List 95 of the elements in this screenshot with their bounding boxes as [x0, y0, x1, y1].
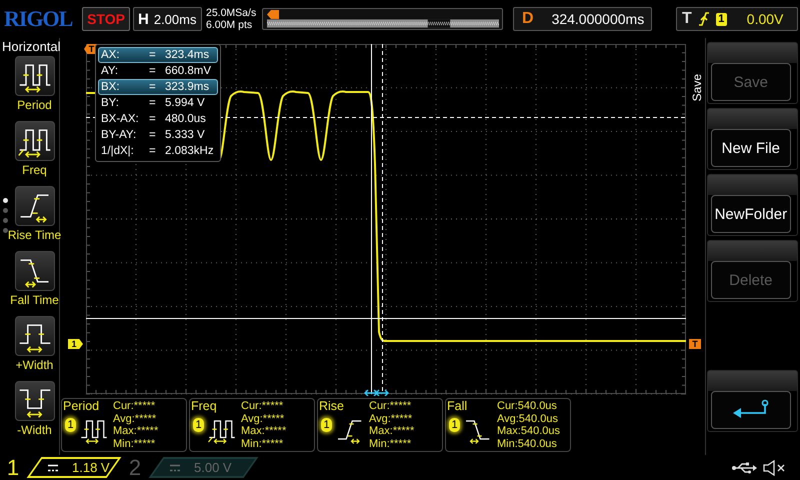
- run-stop-button[interactable]: STOP: [82, 7, 130, 31]
- menu-button[interactable]: New File: [710, 129, 791, 167]
- trigger-level: 0.00V: [746, 11, 784, 27]
- usb-icon: [732, 462, 758, 474]
- readout-equals: =: [149, 128, 157, 142]
- page-indicator-dot[interactable]: [2, 218, 8, 223]
- readout-label: BX:: [101, 80, 121, 94]
- readout-label: BX-AX:: [101, 112, 140, 126]
- measurement-stat: Min:540.0us: [497, 438, 558, 450]
- readout-value: 5.333 V: [165, 128, 205, 142]
- measure-type-button[interactable]: [14, 56, 54, 96]
- rigol-logo: RIGOL: [4, 6, 74, 32]
- measurement-panel[interactable]: Freq 1 Cur:***** Avg:***** Max:***** Min:*****: [189, 398, 315, 452]
- measurement-stat: Min:*****: [241, 438, 284, 450]
- measure-type-label: Fall Time: [10, 292, 59, 308]
- channel-badge: 1: [65, 418, 76, 432]
- readout-label: BY-AY:: [101, 128, 138, 142]
- channel-scale: 5.00 V: [194, 460, 232, 475]
- menu-title: Save: [690, 74, 704, 102]
- measurement-stat: Max:*****: [113, 425, 158, 438]
- measure-type-label: Period: [17, 97, 52, 113]
- measurement-stat: Cur:540.0us: [497, 400, 558, 412]
- channel-badge: 1: [193, 418, 204, 432]
- delay-value: 324.000000ms: [552, 11, 644, 27]
- measure-type-label: Freq: [22, 162, 47, 178]
- measure-type-button[interactable]: [14, 316, 54, 356]
- readout-value: 323.4ms: [165, 48, 210, 62]
- readout-label: BY:: [101, 96, 120, 110]
- readout-value: 480.0us: [165, 112, 206, 126]
- measure-type-button[interactable]: [14, 251, 54, 291]
- channel-scale: 1.18 V: [72, 460, 110, 475]
- measurement-name: Freq: [191, 399, 218, 414]
- measurement-stat: Min:*****: [113, 438, 156, 450]
- readout-value: 5.994 V: [165, 96, 205, 110]
- timebase-label: H: [138, 10, 149, 28]
- measurement-stat: Max:*****: [241, 425, 286, 438]
- rising-edge-icon: [698, 11, 710, 27]
- measurement-stat: Max:*****: [369, 425, 414, 438]
- readout-label: 1/|dX|:: [101, 144, 135, 158]
- menu-title: Horizontal: [1, 39, 59, 54]
- channel-badge: 1: [321, 418, 332, 432]
- page-indicator-dot[interactable]: [2, 208, 8, 213]
- measurement-stat: Cur:*****: [113, 400, 156, 412]
- measurement-stat: Avg:*****: [241, 412, 286, 425]
- readout-value: 660.8mV: [165, 64, 212, 78]
- measure-type-label: Rise Time: [8, 227, 62, 243]
- trigger-source-badge: 1: [716, 12, 727, 26]
- dc-coupling-icon: [48, 464, 58, 472]
- readout-equals: =: [149, 96, 157, 110]
- trigger-label: T: [682, 10, 692, 28]
- channel-number[interactable]: 1: [0, 454, 26, 480]
- trigger-level-marker: T: [689, 339, 701, 349]
- trigger-box[interactable]: T 1 0.00V: [676, 7, 798, 31]
- back-button[interactable]: [710, 391, 791, 429]
- readout-equals: =: [149, 144, 157, 158]
- measurement-name: Period: [63, 399, 100, 414]
- readout-label: AX:: [101, 48, 121, 62]
- readout-equals: =: [149, 112, 157, 126]
- measurement-stat: Avg:540.0us: [497, 412, 559, 425]
- measurement-stat: Avg:*****: [369, 412, 414, 425]
- readout-equals: =: [149, 80, 157, 94]
- measurement-panel[interactable]: Period 1 Cur:***** Avg:***** Max:***** Min:*****: [61, 398, 187, 452]
- measurement-stat: Cur:*****: [241, 400, 284, 412]
- measurement-panel[interactable]: Fall 1 Cur:540.0us Avg:540.0us Max:540.0us Min:540.0us: [445, 398, 571, 452]
- measurement-stat: Min:*****: [369, 438, 412, 450]
- readout-value: 2.083kHz: [165, 144, 214, 158]
- readout-equals: =: [149, 64, 157, 78]
- measure-type-button[interactable]: [14, 186, 54, 226]
- measure-type-button[interactable]: [14, 121, 54, 161]
- dc-coupling-icon: [170, 464, 180, 472]
- measurement-name: Rise: [319, 399, 346, 414]
- menu-button[interactable]: NewFolder: [710, 195, 791, 233]
- measurement-name: Fall: [447, 399, 468, 414]
- channel-badge: 1: [449, 418, 460, 432]
- readout-label: AY:: [101, 64, 120, 78]
- return-arrow-icon: [730, 399, 771, 421]
- page-indicator-dot[interactable]: [2, 198, 8, 203]
- delay-label: D: [522, 10, 534, 28]
- measurement-panel[interactable]: Rise 1 Cur:***** Avg:***** Max:***** Min:*****: [317, 398, 443, 452]
- sample-rate: 25.0MSa/s: [206, 7, 258, 19]
- measure-type-button[interactable]: [14, 381, 54, 421]
- channel-scale-box[interactable]: 1.18 V: [26, 457, 122, 478]
- measure-type-label: +Width: [16, 357, 54, 373]
- channel-marker: 1: [68, 339, 83, 349]
- measurement-stat: Avg:*****: [113, 412, 158, 425]
- readout-equals: =: [149, 48, 157, 62]
- timebase-box[interactable]: H 2.00ms: [133, 7, 202, 31]
- readout-value: 323.9ms: [165, 80, 210, 94]
- measure-type-label: -Width: [17, 422, 52, 438]
- page-indicator-dot[interactable]: [2, 228, 8, 233]
- measurement-stat: Max:540.0us: [497, 425, 560, 438]
- measurement-stat: Cur:*****: [369, 400, 412, 412]
- delay-box[interactable]: D 324.000000ms: [513, 7, 652, 31]
- memory-depth: 6.00M pts: [206, 19, 254, 31]
- timebase-value: 2.00ms: [154, 12, 196, 26]
